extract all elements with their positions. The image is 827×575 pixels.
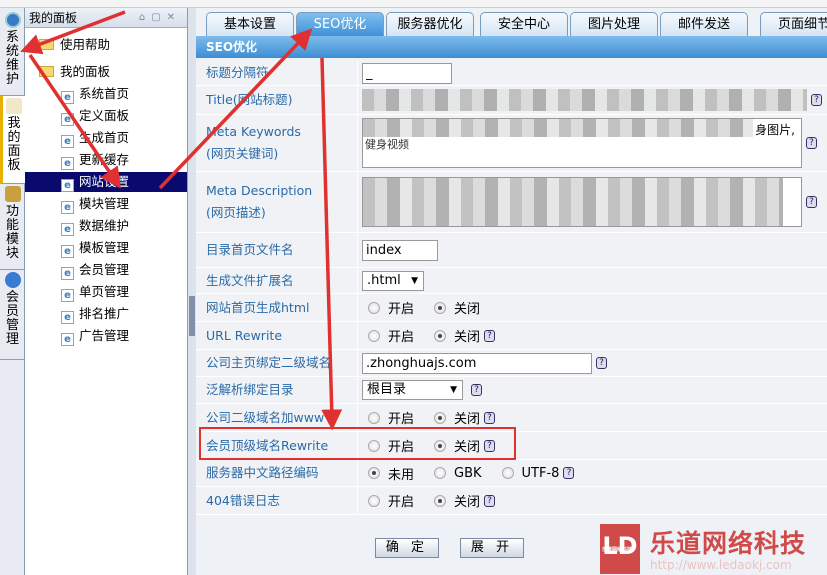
radio-log404-0[interactable] (368, 494, 380, 507)
row-index-name: 目录首页文件名 (196, 233, 827, 268)
radio-path_encoding-2[interactable] (501, 467, 514, 479)
keywords-textarea[interactable]: 身图片, 健身视频 (362, 118, 802, 168)
description-textarea[interactable] (362, 177, 802, 227)
page-icon: e (61, 333, 74, 346)
row-home-html: 网站首页生成html 开启 关闭 (196, 294, 827, 322)
tab-bar: 基本设置 SEO优化 服务器优化 安全中心 图片处理 邮件发送 页面细节 (196, 12, 827, 36)
vtab-members[interactable]: 会员管理 (0, 270, 25, 360)
sidebar-item[interactable]: e 模板管理 (61, 238, 129, 258)
subdomain-input[interactable] (362, 352, 592, 374)
radio-url_rewrite-1[interactable] (434, 329, 447, 342)
sidebar-item[interactable]: e 排名推广 (61, 304, 129, 324)
tab[interactable]: 邮件发送 (660, 12, 748, 36)
radio-home_html-0[interactable] (368, 301, 380, 314)
confirm-button[interactable]: 确 定 (375, 538, 439, 558)
sidebar-item[interactable]: e 网站设置 (25, 172, 187, 192)
splitter[interactable] (188, 8, 196, 575)
page-icon: e (61, 289, 74, 302)
sidebar-item[interactable]: e 生成首页 (61, 128, 129, 148)
help-icon[interactable]: ? (471, 384, 482, 396)
watermark-logo: LD 乐道网络科技 乐道网络科技 http://www.ledaokj.com (600, 524, 827, 575)
row-keywords: Meta Keywords (网页关键词) 身图片, 健身视频? (196, 115, 827, 172)
section-title: SEO优化 (196, 36, 827, 58)
radio-www-0[interactable] (368, 411, 380, 424)
help-icon[interactable]: ? (484, 494, 496, 507)
radio-log404-1[interactable] (434, 494, 447, 507)
row-url-rewrite: URL Rewrite 开启 关闭? (196, 322, 827, 350)
dropdown-arrow-icon: ▼ (450, 385, 457, 395)
sidebar-header: 我的面板 ⌂▢✕ (25, 8, 187, 28)
panel-controls[interactable]: ⌂▢✕ (139, 8, 181, 28)
radio-path_encoding-1[interactable] (434, 467, 447, 479)
folder-icon (39, 39, 54, 50)
page-icon: e (61, 113, 74, 126)
sidebar-item[interactable]: e 单页管理 (61, 282, 129, 302)
row-ext: 生成文件扩展名 .html ▼ (196, 268, 827, 294)
vtab-system[interactable]: 系统维护 (0, 10, 25, 96)
page-icon: e (61, 245, 74, 258)
sidebar-item[interactable]: e 会员管理 (61, 260, 129, 280)
sidebar-panel: 我的面板 ⌂▢✕ 使用帮助 我的面板 e 系统首页 e 定义面板 e 生成首页 e 更新缓存 e 网… (25, 8, 188, 575)
page-icon: e (61, 267, 74, 280)
main-content: 基本设置 SEO优化 服务器优化 安全中心 图片处理 邮件发送 页面细节 SEO优化 标题分… (196, 8, 827, 575)
folder-icon (39, 66, 54, 77)
help-icon[interactable]: ? (806, 196, 817, 208)
user-icon (4, 272, 21, 288)
row-description: Meta Description (网页描述)? (196, 172, 827, 233)
left-vertical-tabs: 系统维护 我的面板 功能模块 会员管理 (0, 8, 25, 575)
home-icon (6, 98, 22, 114)
help-icon[interactable]: ? (806, 137, 817, 149)
row-title: Title(网站标题)? (196, 86, 827, 115)
wildcard-dir-select[interactable]: 根目录 ▼ (362, 380, 463, 400)
row-wildcard-dir: 泛解析绑定目录 根目录 ▼? (196, 377, 827, 404)
page-icon: e (61, 223, 74, 236)
vtab-my-panel[interactable]: 我的面板 (0, 96, 25, 184)
sidebar-item[interactable]: e 广告管理 (61, 326, 129, 346)
row-separator: 标题分隔符 (196, 61, 827, 86)
gear-icon (4, 186, 21, 202)
dropdown-arrow-icon: ▼ (411, 275, 418, 286)
page-icon: e (61, 157, 74, 170)
tab[interactable]: SEO优化 (296, 12, 384, 36)
help-icon[interactable]: ? (484, 329, 496, 342)
tab[interactable]: 页面细节 (760, 12, 827, 36)
radio-path_encoding-0[interactable] (368, 467, 380, 479)
radio-www-1[interactable] (434, 411, 447, 424)
collapse-handle[interactable] (189, 296, 195, 336)
help-icon[interactable]: ? (563, 467, 575, 479)
tab[interactable]: 安全中心 (480, 12, 568, 36)
radio-url_rewrite-0[interactable] (368, 329, 380, 342)
title-input[interactable] (362, 89, 807, 111)
annotation-highlight-box (199, 427, 516, 460)
tab[interactable]: 服务器优化 (386, 12, 474, 36)
sidebar-item[interactable]: e 定义面板 (61, 106, 129, 126)
separator-input[interactable] (362, 62, 452, 84)
tab[interactable]: 图片处理 (570, 12, 658, 36)
page-icon: e (61, 201, 74, 214)
expand-button[interactable]: 展 开 (460, 538, 524, 558)
vtab-modules[interactable]: 功能模块 (0, 184, 25, 270)
help-icon[interactable]: ? (596, 357, 607, 369)
row-path-encoding: 服务器中文路径编码 未用 GBK UTF-8? (196, 460, 827, 487)
help-icon[interactable]: ? (484, 411, 496, 424)
tree-help[interactable]: 使用帮助 (39, 35, 110, 55)
clock-icon (4, 12, 21, 28)
tree-my-panel[interactable]: 我的面板 (39, 62, 110, 82)
page-icon: e (61, 91, 74, 104)
index-name-input[interactable] (362, 239, 438, 261)
radio-home_html-1[interactable] (434, 301, 447, 314)
sidebar-item[interactable]: e 模块管理 (61, 194, 129, 214)
sidebar-item[interactable]: e 数据维护 (61, 216, 129, 236)
page-icon: e (61, 311, 74, 324)
ext-select[interactable]: .html ▼ (362, 270, 424, 291)
tab[interactable]: 基本设置 (206, 12, 294, 36)
page-icon: e (61, 135, 74, 148)
row-404-log: 404错误日志 开启 关闭? (196, 487, 827, 515)
sidebar-item[interactable]: e 系统首页 (61, 84, 129, 104)
help-icon[interactable]: ? (811, 94, 822, 106)
row-subdomain: 公司主页绑定二级域名? (196, 350, 827, 377)
sidebar-item[interactable]: e 更新缓存 (61, 150, 129, 170)
top-bar (0, 0, 827, 8)
page-icon: e (61, 179, 74, 192)
